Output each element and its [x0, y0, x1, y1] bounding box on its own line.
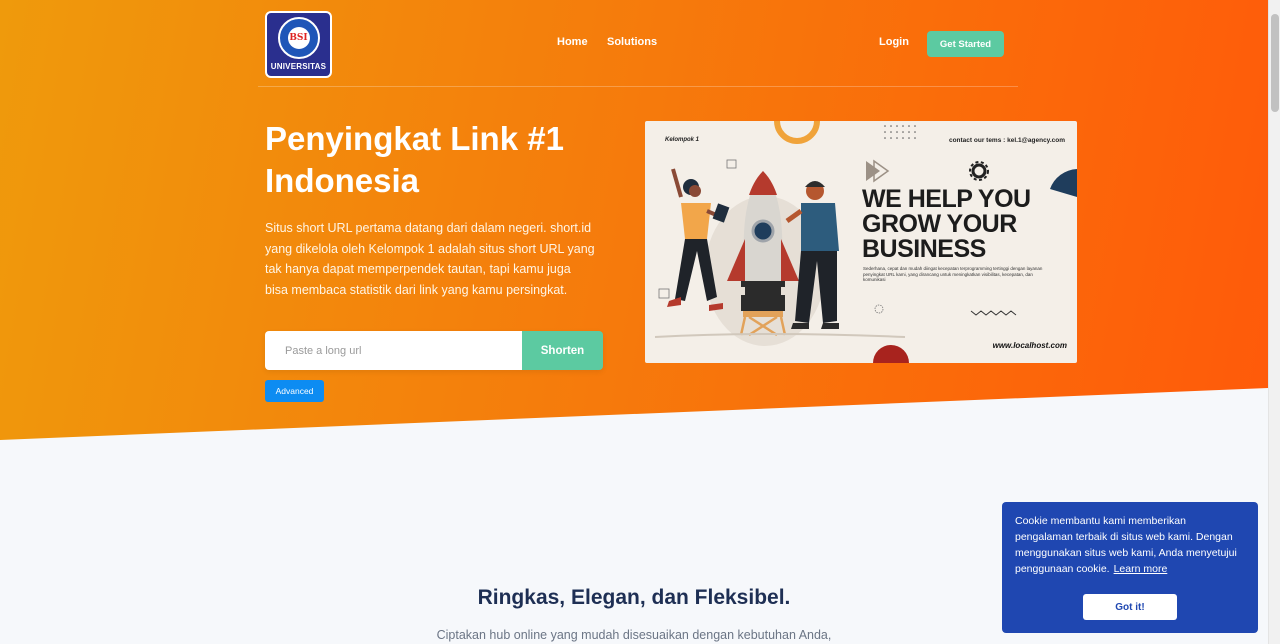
long-url-input[interactable]: [265, 331, 522, 370]
get-started-button[interactable]: Get Started: [927, 31, 1004, 57]
banner-url: www.localhost.com: [992, 341, 1067, 350]
shorten-form: Shorten: [265, 331, 603, 370]
hero-background: [0, 0, 1268, 440]
advanced-button[interactable]: Advanced: [265, 380, 324, 402]
page-scrollbar[interactable]: [1268, 0, 1280, 644]
cookie-consent-banner: Cookie membantu kami memberikan pengalam…: [1002, 502, 1258, 633]
logo-mark: BSI: [287, 27, 310, 49]
hero-description: Situs short URL pertama datang dari dala…: [265, 221, 595, 298]
university-logo[interactable]: BSI UNIVERSITAS: [265, 11, 332, 78]
logo-text: UNIVERSITAS: [270, 62, 327, 71]
nav-solutions-link[interactable]: Solutions: [607, 36, 657, 48]
logo-emblem-icon: BSI: [277, 17, 320, 59]
hero-title: Penyingkat Link #1 Indonesia: [265, 120, 564, 199]
banner-group-label: Kelompok 1: [665, 137, 700, 143]
nav-home-link[interactable]: Home: [557, 36, 588, 48]
banner-contact: contact our tems : kel.1@agency.com: [948, 137, 1065, 144]
banner-small-text: Sederhana, cepat dan mudah diingat kecep…: [863, 266, 1043, 282]
nav-divider: [258, 86, 1018, 87]
hero-illustration: Kelompok 1 contact our tems : kel.1@agen…: [645, 121, 1077, 363]
shorten-button[interactable]: Shorten: [522, 331, 603, 370]
cookie-accept-button[interactable]: Got it!: [1083, 594, 1177, 620]
nav-login-link[interactable]: Login: [879, 36, 909, 48]
banner-headline: WE HELP YOU GROW YOUR BUSINESS: [862, 185, 1031, 263]
scrollbar-thumb[interactable]: [1271, 14, 1279, 112]
cookie-learn-more-link[interactable]: Learn more: [1114, 563, 1168, 575]
